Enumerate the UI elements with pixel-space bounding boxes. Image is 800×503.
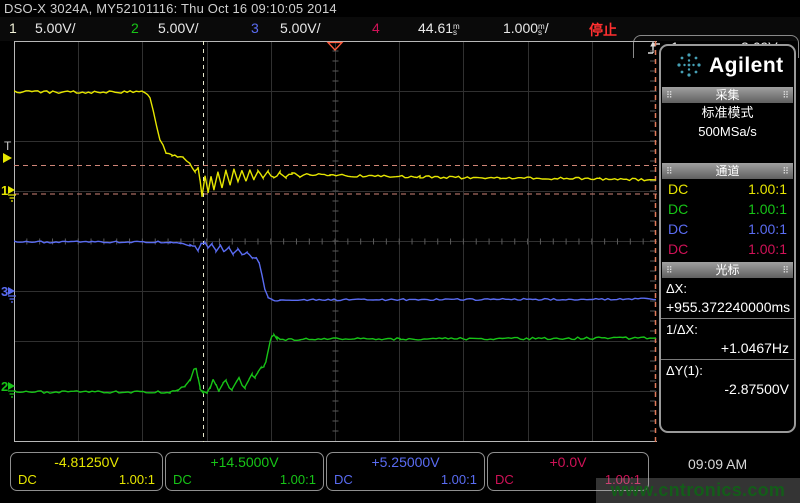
timebase-unit: ms bbox=[538, 24, 545, 36]
ch1-coupling: DC bbox=[668, 179, 688, 199]
delta-y-value: -2.87500V bbox=[666, 380, 789, 398]
ch1-probe: 1.00:1 bbox=[748, 179, 787, 199]
channels-section-header[interactable]: ⠿ 通道 ⠿ bbox=[662, 163, 793, 179]
status-row: 1 5.00V/ 2 5.00V/ 3 5.00V/ 4 44.61ms 1.0… bbox=[0, 17, 800, 41]
ch1-ground-marker[interactable]: 1 bbox=[1, 184, 14, 202]
ch2-probe: 1.00:1 bbox=[748, 199, 787, 219]
ch3-ground-marker[interactable]: 3 bbox=[1, 285, 14, 303]
delta-x-value: +955.372240000ms bbox=[666, 298, 789, 316]
agilent-starburst-icon bbox=[675, 51, 703, 79]
cursor-readouts: ΔX: +955.372240000ms 1/ΔX: +1.0467Hz ΔY(… bbox=[661, 278, 794, 398]
cursors-section-header[interactable]: ⠿ 光标 ⠿ bbox=[662, 262, 793, 278]
ch3-status-box[interactable]: +5.25000V DC 1.00:1 bbox=[326, 452, 485, 491]
bottom-bar: -4.81250V DC 1.00:1 +14.5000V DC 1.00:1 +5… bbox=[0, 448, 800, 503]
brand-row: Agilent bbox=[661, 46, 794, 86]
ch2-probe-label: 1.00:1 bbox=[280, 471, 316, 489]
ch2-coupling: DC bbox=[668, 199, 688, 219]
grip-icon: ⠿ bbox=[666, 163, 673, 179]
ch3-offset-value: +5.25000V bbox=[327, 453, 484, 471]
graticule-svg bbox=[14, 41, 657, 442]
acquisition-section-header[interactable]: ⠿ 采集 ⠿ bbox=[662, 87, 793, 103]
delta-y-label: ΔY(1): bbox=[666, 362, 789, 380]
ch2-coupling-label: DC bbox=[173, 471, 192, 489]
ch1-coupling-row[interactable]: DC 1.00:1 bbox=[661, 179, 794, 199]
timebase-readout[interactable]: 1.000ms/ bbox=[503, 20, 549, 36]
ch4-coupling: DC bbox=[668, 239, 688, 259]
ch1-status-box[interactable]: -4.81250V DC 1.00:1 bbox=[10, 452, 163, 491]
cursors-header-label: 光标 bbox=[715, 263, 739, 277]
ch4-coupling-row[interactable]: DC 1.00:1 bbox=[661, 239, 794, 259]
trigger-level-marker[interactable]: T bbox=[1, 141, 14, 167]
brand-name: Agilent bbox=[709, 54, 784, 78]
ch3-coupling: DC bbox=[668, 219, 688, 239]
ch3-scale[interactable]: 5.00V/ bbox=[280, 20, 320, 36]
ch1-coupling-label: DC bbox=[18, 471, 37, 489]
ch1-ground-icon bbox=[7, 184, 21, 202]
grip-icon: ⠿ bbox=[666, 87, 673, 103]
grip-icon: ⠿ bbox=[782, 87, 789, 103]
ch2-ground-icon bbox=[7, 380, 21, 398]
ch2-coupling-row[interactable]: DC 1.00:1 bbox=[661, 199, 794, 219]
trigger-level-label: T bbox=[4, 141, 11, 151]
clock: 09:09 AM bbox=[688, 456, 747, 472]
ch1-scale[interactable]: 5.00V/ bbox=[35, 20, 75, 36]
ch1-probe-label: 1.00:1 bbox=[119, 471, 155, 489]
inv-delta-x-label: 1/ΔX: bbox=[666, 321, 789, 339]
grip-icon: ⠿ bbox=[782, 262, 789, 278]
divider bbox=[661, 359, 794, 360]
ch3-coupling-row[interactable]: DC 1.00:1 bbox=[661, 219, 794, 239]
ch2-number[interactable]: 2 bbox=[131, 20, 139, 36]
waveform-display bbox=[14, 41, 657, 442]
run-state-badge[interactable]: 停止 bbox=[589, 20, 617, 40]
ch3-number[interactable]: 3 bbox=[251, 20, 259, 36]
delta-x-label: ΔX: bbox=[666, 280, 789, 298]
ch4-number[interactable]: 4 bbox=[372, 20, 380, 36]
ch2-status-box[interactable]: +14.5000V DC 1.00:1 bbox=[165, 452, 324, 491]
ch4-offset-value: +0.0V bbox=[488, 453, 648, 471]
acquisition-header-label: 采集 bbox=[715, 88, 739, 102]
trigger-level-arrow-icon bbox=[1, 152, 13, 164]
delay-unit: ms bbox=[453, 24, 460, 36]
grip-icon: ⠿ bbox=[666, 262, 673, 278]
inv-delta-x-value: +1.0467Hz bbox=[666, 339, 789, 357]
ch1-number[interactable]: 1 bbox=[9, 20, 17, 36]
ch3-probe-label: 1.00:1 bbox=[441, 471, 477, 489]
ch2-offset-value: +14.5000V bbox=[166, 453, 323, 471]
grip-icon: ⠿ bbox=[782, 163, 789, 179]
channels-header-label: 通道 bbox=[715, 164, 739, 178]
delay-readout[interactable]: 44.61ms bbox=[418, 20, 460, 36]
ch3-ground-icon bbox=[7, 285, 21, 303]
ch3-probe: 1.00:1 bbox=[748, 219, 787, 239]
sample-rate: 500MSa/s bbox=[661, 122, 794, 141]
model-serial-datetime: DSO-X 3024A, MY52101116: Thu Oct 16 09:1… bbox=[4, 1, 644, 17]
ch4-probe: 1.00:1 bbox=[748, 239, 787, 259]
watermark: www.cntronics.com bbox=[596, 478, 800, 503]
ch2-scale[interactable]: 5.00V/ bbox=[158, 20, 198, 36]
oscilloscope-screen: DSO-X 3024A, MY52101116: Thu Oct 16 09:1… bbox=[0, 0, 800, 503]
ch2-ground-marker[interactable]: 2 bbox=[1, 380, 14, 398]
divider bbox=[661, 318, 794, 319]
acquisition-mode: 标准模式 bbox=[661, 103, 794, 122]
ch1-offset-value: -4.81250V bbox=[11, 453, 162, 471]
ch3-coupling-label: DC bbox=[334, 471, 353, 489]
sidebar: Agilent ⠿ 采集 ⠿ 标准模式 500MSa/s ⠿ 通道 ⠿ DC 1.… bbox=[659, 44, 796, 433]
ch4-coupling-label: DC bbox=[495, 471, 514, 489]
